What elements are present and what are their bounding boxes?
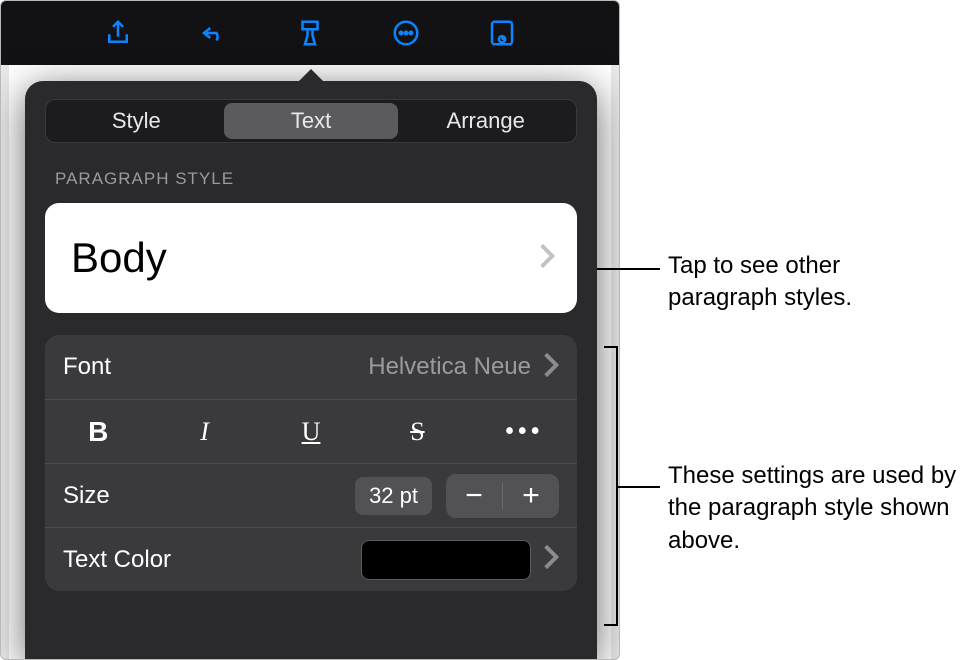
size-value[interactable]: 32 pt (355, 477, 432, 515)
tab-text[interactable]: Text (224, 103, 399, 139)
share-icon[interactable] (98, 13, 138, 53)
tab-style[interactable]: Style (49, 103, 224, 139)
size-stepper: − + (446, 474, 559, 518)
underline-button[interactable]: U (258, 400, 364, 463)
strikethrough-button[interactable]: S (364, 400, 470, 463)
text-color-label: Text Color (63, 546, 171, 574)
color-swatch[interactable] (361, 540, 531, 580)
font-row[interactable]: Font Helvetica Neue (45, 335, 577, 399)
tab-segmented-control: Style Text Arrange (45, 99, 577, 143)
format-popover: Style Text Arrange PARAGRAPH STYLE Body … (25, 81, 597, 659)
format-brush-icon[interactable] (290, 13, 330, 53)
more-format-button[interactable]: ••• (471, 400, 577, 463)
chevron-right-icon (539, 242, 555, 275)
font-value: Helvetica Neue (368, 353, 531, 381)
paragraph-style-heading: PARAGRAPH STYLE (45, 169, 577, 189)
text-settings-group: Font Helvetica Neue B I U S ••• Size 32 … (45, 335, 577, 591)
size-row: Size 32 pt − + (45, 463, 577, 527)
callout-paragraph-style: Tap to see other paragraph styles. (668, 250, 948, 315)
tab-arrange[interactable]: Arrange (398, 103, 573, 139)
italic-button[interactable]: I (151, 400, 257, 463)
chevron-right-icon (543, 351, 559, 384)
size-decrease-button[interactable]: − (446, 474, 502, 518)
more-icon[interactable] (386, 13, 426, 53)
paragraph-style-name: Body (71, 234, 167, 282)
presenter-icon[interactable] (482, 13, 522, 53)
chevron-right-icon (543, 543, 559, 576)
size-increase-button[interactable]: + (503, 474, 559, 518)
bold-button[interactable]: B (45, 400, 151, 463)
undo-icon[interactable] (194, 13, 234, 53)
font-label: Font (63, 353, 111, 381)
callout-leader (618, 486, 660, 488)
callout-bracket (604, 346, 618, 626)
device-frame: Style Text Arrange PARAGRAPH STYLE Body … (0, 0, 620, 660)
text-color-row[interactable]: Text Color (45, 527, 577, 591)
format-buttons-row: B I U S ••• (45, 399, 577, 463)
callout-settings: These settings are used by the paragraph… (668, 460, 958, 557)
top-toolbar (1, 1, 619, 65)
paragraph-style-row[interactable]: Body (45, 203, 577, 313)
size-label: Size (63, 482, 110, 510)
